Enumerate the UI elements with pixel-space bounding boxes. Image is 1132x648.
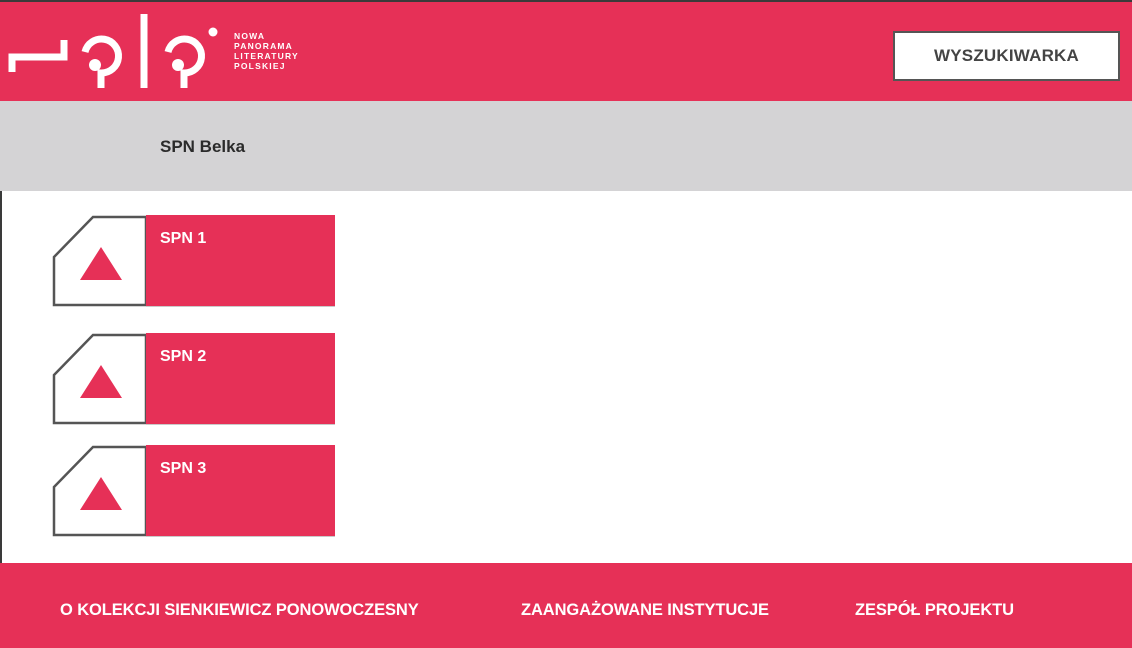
item-card[interactable]: SPN 1 (146, 215, 335, 307)
item-label: SPN 1 (160, 230, 207, 247)
logo-line: LITERATURY (234, 51, 299, 61)
page-title-band: SPN Belka (0, 101, 1132, 191)
site-footer: O KOLEKCJI SIENKIEWICZ PONOWOCZESNY ZAAN… (0, 563, 1132, 648)
item-tile-frame (52, 445, 148, 537)
item-tile-frame (52, 333, 148, 425)
item-label: SPN 2 (160, 348, 207, 365)
page-title: SPN Belka (160, 137, 246, 156)
search-button[interactable]: WYSZUKIWARKA (893, 31, 1120, 81)
logo-wordmark: NOWA PANORAMA LITERATURY POLSKIEJ (234, 31, 299, 71)
nplp-logo-icon (8, 14, 218, 88)
footer-link-team[interactable]: ZESPÓŁ PROJEKTU (855, 601, 1014, 620)
item-label: SPN 3 (160, 460, 207, 477)
site-header: NOWA PANORAMA LITERATURY POLSKIEJ WYSZUK… (0, 0, 1132, 101)
footer-link-institutions[interactable]: ZAANGAŻOWANE INSTYTUCJE (521, 601, 769, 620)
item-tile-frame (52, 215, 148, 307)
list-item[interactable]: SPN 2 (52, 333, 336, 425)
site-logo[interactable]: NOWA PANORAMA LITERATURY POLSKIEJ (8, 10, 318, 96)
list-item[interactable]: SPN 1 (52, 215, 336, 307)
logo-line: NOWA (234, 31, 266, 41)
list-item[interactable]: SPN 3 (52, 445, 336, 537)
logo-line: PANORAMA (234, 41, 294, 51)
logo-line: POLSKIEJ (234, 61, 286, 71)
footer-link-about[interactable]: O KOLEKCJI SIENKIEWICZ PONOWOCZESNY (60, 601, 419, 620)
item-card[interactable]: SPN 3 (146, 445, 335, 537)
item-card[interactable]: SPN 2 (146, 333, 335, 425)
